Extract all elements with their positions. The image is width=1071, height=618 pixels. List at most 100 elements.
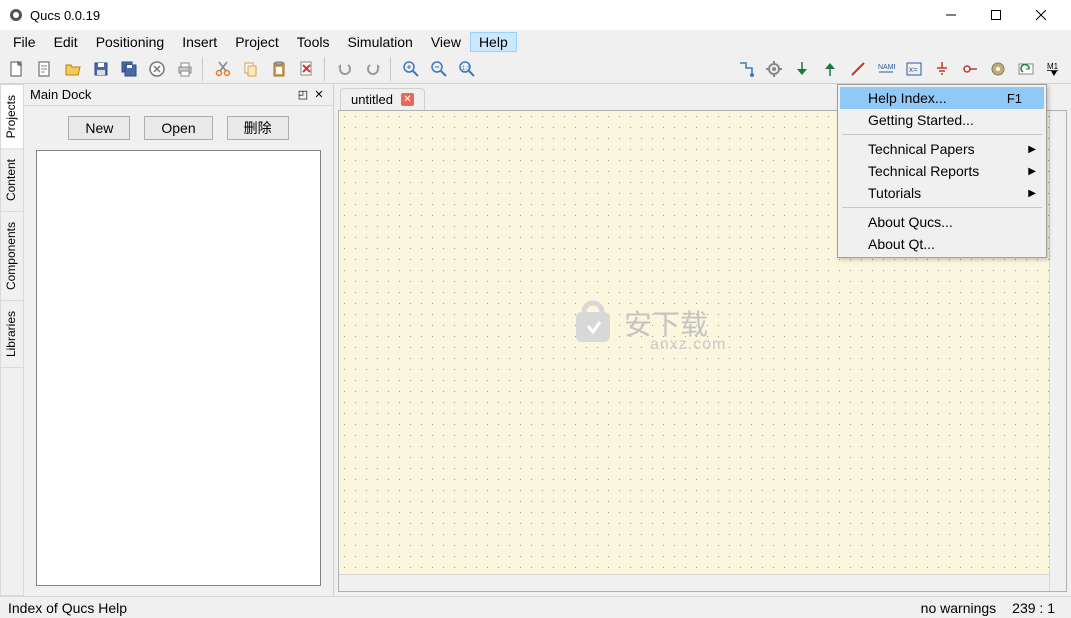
menu-item-label: Tutorials (868, 185, 921, 201)
help-menu-item[interactable]: Technical Papers ▶ (840, 138, 1044, 160)
side-tabs: ProjectsContentComponentsLibraries (0, 84, 24, 596)
menu-help[interactable]: Help (470, 32, 517, 52)
titlebar: Qucs 0.0.19 (0, 0, 1071, 30)
help-dropdown-menu: Help Index... F1 Getting Started... Technic… (837, 84, 1047, 258)
dock-header: Main Dock ◰ ✕ (24, 84, 333, 106)
close-file-icon[interactable] (144, 56, 170, 82)
side-tab-components[interactable]: Components (1, 212, 23, 301)
status-coords: 239 : 1 (1004, 600, 1063, 616)
side-tab-libraries[interactable]: Libraries (1, 301, 23, 368)
help-menu-item[interactable]: Tutorials ▶ (840, 182, 1044, 204)
gear-icon[interactable] (761, 56, 787, 82)
status-message: Index of Qucs Help (8, 600, 913, 616)
delete-icon[interactable] (294, 56, 320, 82)
paste-icon[interactable] (266, 56, 292, 82)
svg-text:M1: M1 (1047, 62, 1059, 71)
dock-title: Main Dock (30, 87, 295, 102)
tab-close-icon[interactable]: ✕ (401, 93, 414, 106)
toolbar-separator (324, 57, 328, 81)
menu-item-label: Getting Started... (868, 112, 974, 128)
copy-icon[interactable] (238, 56, 264, 82)
minimize-button[interactable] (928, 0, 973, 30)
side-tab-projects[interactable]: Projects (1, 85, 23, 149)
help-menu-item[interactable]: Technical Reports ▶ (840, 160, 1044, 182)
cut-icon[interactable] (210, 56, 236, 82)
vertical-scrollbar[interactable] (1049, 111, 1066, 591)
menu-item-label: Help Index... (868, 90, 947, 106)
ground-symbol-icon[interactable] (929, 56, 955, 82)
app-icon (8, 7, 24, 23)
watermark-subtext: anxz.com (650, 336, 726, 354)
help-menu-item[interactable]: About Qt... (840, 233, 1044, 255)
window-title: Qucs 0.0.19 (30, 8, 928, 23)
ground-up-icon[interactable] (817, 56, 843, 82)
open-project-button[interactable]: Open (144, 116, 212, 140)
zoom-fit-icon[interactable]: 1:1 (454, 56, 480, 82)
document-area: untitled ✕ 安下载 anxz.com Help Index... F1 G… (334, 84, 1071, 596)
watermark: 安下载 anxz.com (568, 298, 708, 348)
toolbar: 1:1 NAME x= M1 (0, 54, 1071, 84)
menu-project[interactable]: Project (226, 32, 288, 52)
statusbar: Index of Qucs Help no warnings 239 : 1 (0, 596, 1071, 618)
undo-icon[interactable] (332, 56, 358, 82)
menu-item-label: Technical Reports (868, 163, 979, 179)
zoom-out-icon[interactable] (426, 56, 452, 82)
simulate-icon[interactable] (733, 56, 759, 82)
document-tab[interactable]: untitled ✕ (340, 88, 425, 110)
dock-body: New Open 删除 (24, 106, 333, 596)
port-icon[interactable] (957, 56, 983, 82)
project-list[interactable] (36, 150, 321, 586)
dock-close-icon[interactable]: ✕ (311, 87, 327, 103)
svg-text:x=: x= (909, 65, 918, 74)
save-icon[interactable] (88, 56, 114, 82)
zoom-in-icon[interactable] (398, 56, 424, 82)
help-menu-item[interactable]: Getting Started... (840, 109, 1044, 131)
menu-insert[interactable]: Insert (173, 32, 226, 52)
new-project-button[interactable]: New (68, 116, 130, 140)
toolbar-separator (202, 57, 206, 81)
main-area: ProjectsContentComponentsLibraries Main … (0, 84, 1071, 596)
tab-label: untitled (351, 92, 393, 107)
menu-file[interactable]: File (4, 32, 45, 52)
menu-positioning[interactable]: Positioning (87, 32, 174, 52)
menu-separator (842, 207, 1042, 208)
window-controls (928, 0, 1063, 30)
horizontal-scrollbar[interactable] (339, 574, 1049, 591)
help-menu-item[interactable]: About Qucs... (840, 211, 1044, 233)
submenu-arrow-icon: ▶ (1028, 166, 1036, 177)
print-icon[interactable] (172, 56, 198, 82)
menu-shortcut: F1 (1007, 91, 1022, 106)
delete-project-button[interactable]: 删除 (227, 116, 289, 140)
help-menu-item[interactable]: Help Index... F1 (840, 87, 1044, 109)
dock-float-icon[interactable]: ◰ (295, 87, 311, 103)
svg-text:1:1: 1:1 (462, 66, 471, 72)
equation-icon[interactable]: x= (901, 56, 927, 82)
refresh-view-icon[interactable] (1013, 56, 1039, 82)
maximize-button[interactable] (973, 0, 1018, 30)
new-text-icon[interactable] (32, 56, 58, 82)
wire-icon[interactable] (845, 56, 871, 82)
menu-tools[interactable]: Tools (288, 32, 339, 52)
menu-item-label: About Qucs... (868, 214, 953, 230)
cog-icon[interactable] (985, 56, 1011, 82)
marker-icon[interactable]: M1 (1041, 56, 1067, 82)
ground-down-icon[interactable] (789, 56, 815, 82)
name-label-icon[interactable]: NAME (873, 56, 899, 82)
side-tab-content[interactable]: Content (1, 149, 23, 212)
submenu-arrow-icon: ▶ (1028, 144, 1036, 155)
menu-view[interactable]: View (422, 32, 470, 52)
submenu-arrow-icon: ▶ (1028, 188, 1036, 199)
menu-separator (842, 134, 1042, 135)
menu-edit[interactable]: Edit (45, 32, 87, 52)
menu-item-label: Technical Papers (868, 141, 975, 157)
dock-button-row: New Open 删除 (36, 116, 321, 140)
new-file-icon[interactable] (4, 56, 30, 82)
close-button[interactable] (1018, 0, 1063, 30)
open-icon[interactable] (60, 56, 86, 82)
menu-simulation[interactable]: Simulation (338, 32, 421, 52)
save-all-icon[interactable] (116, 56, 142, 82)
menubar: FileEditPositioningInsertProjectToolsSim… (0, 30, 1071, 54)
menu-item-label: About Qt... (868, 236, 935, 252)
redo-icon[interactable] (360, 56, 386, 82)
toolbar-separator (390, 57, 394, 81)
